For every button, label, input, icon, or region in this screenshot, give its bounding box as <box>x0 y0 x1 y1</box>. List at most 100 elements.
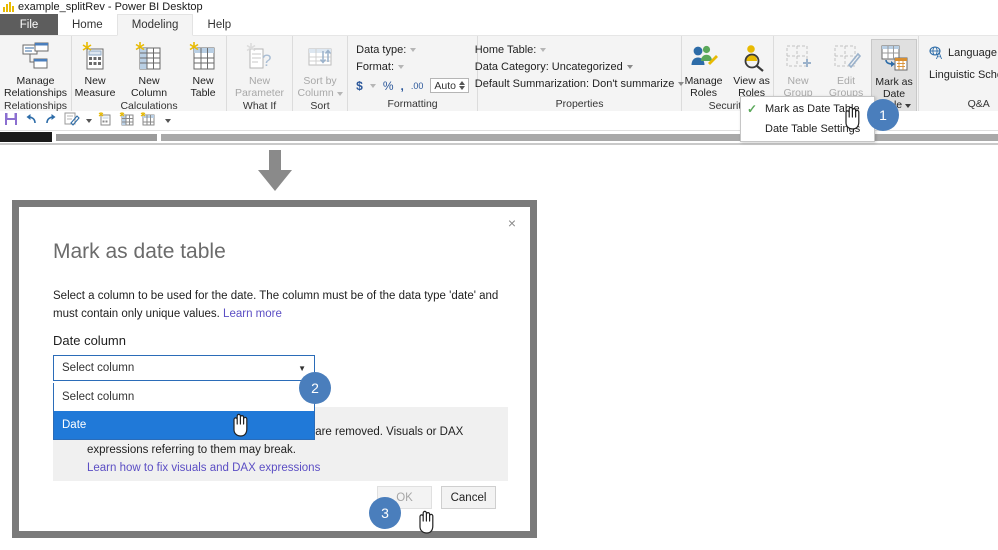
sort-by-column-label: Sort by Column <box>297 75 343 99</box>
chevron-down-icon[interactable] <box>626 65 633 69</box>
chevron-down-icon[interactable]: ▼ <box>298 364 306 373</box>
manage-roles-button[interactable]: Manage Roles <box>681 39 727 99</box>
currency-format-button[interactable]: $ <box>356 79 363 93</box>
view-as-roles-button[interactable]: View as Roles <box>729 39 775 99</box>
format-row[interactable]: Format: <box>356 61 469 73</box>
callout-badge-2: 2 <box>299 372 331 404</box>
date-column-select[interactable]: Select column ▼ <box>53 355 315 381</box>
mark-as-date-table-dialog: × Mark as date table Select a column to … <box>12 200 537 538</box>
edit-groups-button[interactable]: Edit Groups <box>823 39 869 99</box>
language-label: Language <box>948 47 997 59</box>
cancel-button[interactable]: Cancel <box>441 486 496 509</box>
language-row[interactable]: A Language <box>929 46 998 61</box>
annotation-down-arrow-icon <box>252 150 298 196</box>
new-column-small-icon[interactable] <box>119 112 134 129</box>
new-measure-button[interactable]: New Measure <box>69 39 121 99</box>
decimal-places-button[interactable]: .00 <box>411 81 424 91</box>
chevron-down-icon[interactable] <box>86 118 92 123</box>
new-group-icon <box>782 41 814 73</box>
ribbon-group-qanda: A Language Linguistic Schema Q&A <box>919 36 998 111</box>
linguistic-schema-row[interactable]: Linguistic Schema <box>929 69 998 81</box>
format-label: Format: <box>356 61 395 73</box>
new-table-label: New Table <box>190 75 216 99</box>
new-measure-small-icon[interactable] <box>98 112 113 129</box>
ribbon-group-label-qanda: Q&A <box>967 98 990 110</box>
chevron-down-icon[interactable] <box>410 48 417 52</box>
mouse-cursor-hand-menu <box>840 104 864 135</box>
ribbon-group-properties: Home Table: Data Category: Uncategorized… <box>475 36 685 111</box>
edit-queries-icon[interactable] <box>64 112 80 129</box>
formatting-controls: Data type: Format: $ % , .00 Auto <box>350 39 475 97</box>
customize-qat-icon[interactable] <box>165 118 171 123</box>
ribbon-group-what-if: ? New Parameter What If <box>227 36 294 112</box>
new-measure-icon <box>79 41 111 73</box>
option-select-column[interactable]: Select column <box>54 383 314 411</box>
properties-controls: Home Table: Data Category: Uncategorized… <box>469 39 691 97</box>
fix-visuals-link[interactable]: Learn how to fix visuals and DAX express… <box>87 462 320 474</box>
redo-icon[interactable] <box>44 112 58 129</box>
manage-relationships-button[interactable]: Manage Relationships <box>4 39 68 99</box>
home-table-row[interactable]: Home Table: <box>475 44 685 56</box>
canvas-divider <box>0 143 998 145</box>
chevron-down-icon <box>336 91 343 96</box>
new-table-icon <box>187 41 219 73</box>
linguistic-schema-label: Linguistic Schema <box>929 69 998 81</box>
comma-format-button[interactable]: , <box>401 79 404 93</box>
tab-help[interactable]: Help <box>193 14 245 35</box>
option-date[interactable]: Date <box>54 411 314 439</box>
manage-relationships-label: Manage Relationships <box>4 75 68 99</box>
canvas-dark-strip <box>0 132 52 142</box>
tab-home[interactable]: Home <box>58 14 117 35</box>
callout-badge-1: 1 <box>867 99 899 131</box>
date-column-option-list: Select column Date <box>53 383 315 440</box>
mouse-cursor-hand-option <box>228 411 252 442</box>
svg-text:A: A <box>936 51 942 60</box>
dialog-title: Mark as date table <box>53 240 226 263</box>
new-column-label: New Column <box>130 75 168 99</box>
percent-format-button[interactable]: % <box>383 79 394 93</box>
close-icon[interactable]: × <box>503 214 521 232</box>
default-summarization-row[interactable]: Default Summarization: Don't summarize <box>475 78 685 90</box>
ribbon-tabstrip: File Home Modeling Help <box>0 14 998 36</box>
home-table-label: Home Table: <box>474 44 537 56</box>
data-category-row[interactable]: Data Category: Uncategorized <box>475 61 685 73</box>
data-type-label: Data type: <box>356 44 407 56</box>
ribbon-group-relationships: Manage Relationships Relationships <box>0 36 73 112</box>
new-parameter-label: New Parameter <box>235 75 285 99</box>
new-parameter-button[interactable]: ? New Parameter <box>229 39 291 99</box>
chevron-down-icon[interactable] <box>369 83 376 88</box>
decimal-places-stepper[interactable]: Auto <box>430 78 469 93</box>
tab-file[interactable]: File <box>0 14 58 35</box>
window-titlebar: example_splitRev - Power BI Desktop <box>0 0 998 14</box>
save-icon[interactable] <box>4 112 18 129</box>
data-category-label: Data Category: Uncategorized <box>474 61 623 73</box>
window-title: example_splitRev - Power BI Desktop <box>18 1 203 13</box>
checkmark-icon: ✓ <box>746 102 758 116</box>
chevron-down-icon[interactable] <box>398 65 405 69</box>
new-table-small-icon[interactable] <box>140 112 155 129</box>
sort-by-column-button[interactable]: Sort by Column <box>297 39 343 99</box>
canvas-gray-strip-left <box>56 134 157 141</box>
undo-icon[interactable] <box>24 112 38 129</box>
dialog-footer: OK Cancel <box>19 486 530 509</box>
chevron-down-icon[interactable] <box>540 48 547 52</box>
new-column-button[interactable]: New Column <box>123 39 175 99</box>
ribbon-group-sort: Sort by Column Sort <box>293 36 349 112</box>
sort-by-column-icon <box>304 41 336 73</box>
data-type-row[interactable]: Data type: <box>356 44 469 56</box>
new-group-button[interactable]: New Group <box>775 39 821 99</box>
manage-roles-icon <box>688 41 720 73</box>
new-measure-label: New Measure <box>74 75 116 99</box>
tab-modeling[interactable]: Modeling <box>116 14 194 36</box>
manage-relationships-icon <box>20 41 52 73</box>
learn-more-link[interactable]: Learn more <box>223 308 282 320</box>
date-column-select-value: Select column <box>62 362 135 374</box>
qanda-controls: A Language Linguistic Schema <box>923 39 998 97</box>
new-table-button[interactable]: New Table <box>177 39 229 99</box>
dialog-description: Select a column to be used for the date.… <box>53 287 508 323</box>
stepper-arrows-icon[interactable] <box>458 81 465 90</box>
chevron-down-icon[interactable] <box>905 104 912 108</box>
format-toolbar: $ % , .00 Auto <box>356 78 469 93</box>
power-bi-logo-icon <box>3 2 14 12</box>
new-column-icon <box>133 41 165 73</box>
